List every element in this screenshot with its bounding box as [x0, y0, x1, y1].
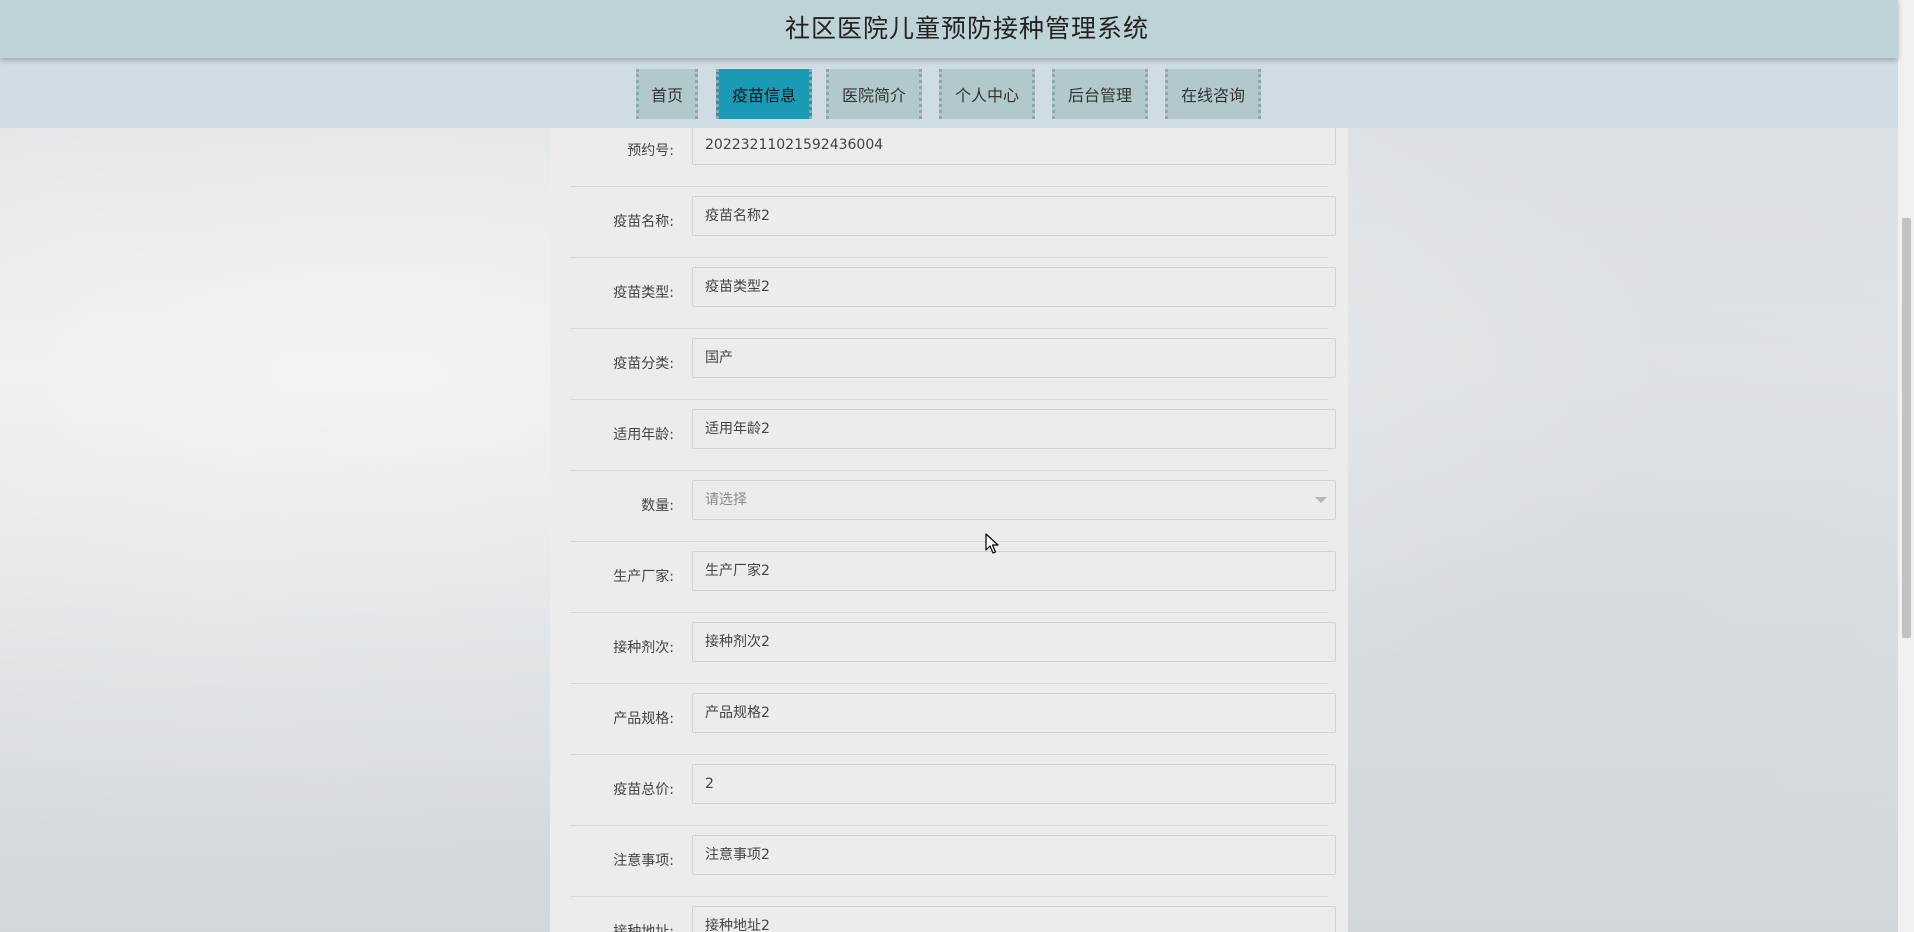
- nav-item-personal-center[interactable]: 个人中心: [939, 69, 1035, 119]
- applicable-age-field[interactable]: 适用年龄2: [692, 409, 1336, 449]
- quantity-label: 数量:: [641, 498, 674, 514]
- nav-item-vaccine-info[interactable]: 疫苗信息: [716, 69, 812, 119]
- manufacturer-label: 生产厂家:: [613, 569, 674, 585]
- nav-item-hospital-intro[interactable]: 医院简介: [826, 69, 922, 119]
- nav-item-online-consult[interactable]: 在线咨询: [1165, 69, 1261, 119]
- form-row-vaccine-name: 疫苗名称: 疫苗名称2: [570, 187, 1336, 258]
- vaccine-type-field[interactable]: 疫苗类型2: [692, 267, 1336, 307]
- form-row-vaccine-type: 疫苗类型: 疫苗类型2: [570, 258, 1336, 329]
- quantity-select-placeholder: 请选择: [705, 492, 747, 508]
- applicable-age-label: 适用年龄:: [613, 427, 674, 443]
- vaccine-name-field[interactable]: 疫苗名称2: [692, 196, 1336, 236]
- vaccination-address-label: 接种地址:: [613, 924, 674, 932]
- nav-item-admin[interactable]: 后台管理: [1052, 69, 1148, 119]
- page: 社区医院儿童预防接种管理系统 首页 疫苗信息 医院简介 个人中心 后台管理 在线…: [0, 0, 1898, 932]
- total-price-field[interactable]: 2: [692, 764, 1336, 804]
- form-row-product-spec: 产品规格: 产品规格2: [570, 684, 1336, 755]
- form-row-manufacturer: 生产厂家: 生产厂家2: [570, 542, 1336, 613]
- vertical-scrollbar[interactable]: [1898, 0, 1914, 932]
- form-row-precautions: 注意事项: 注意事项2: [570, 826, 1336, 897]
- manufacturer-field[interactable]: 生产厂家2: [692, 551, 1336, 591]
- product-spec-field[interactable]: 产品规格2: [692, 693, 1336, 733]
- precautions-field[interactable]: 注意事项2: [692, 835, 1336, 875]
- vaccination-address-field[interactable]: 接种地址2: [692, 906, 1336, 932]
- form-row-vaccination-address: 接种地址: 接种地址2: [570, 897, 1336, 932]
- vaccine-name-label: 疫苗名称:: [613, 214, 674, 230]
- form-row-applicable-age: 适用年龄: 适用年龄2: [570, 400, 1336, 471]
- quantity-select[interactable]: 请选择: [692, 480, 1336, 520]
- page-title: 社区医院儿童预防接种管理系统: [784, 14, 1149, 43]
- vaccine-form: 预约号: 20223211021592436004 疫苗名称: 疫苗名称2 疫苗…: [550, 128, 1348, 932]
- dose-number-field[interactable]: 接种剂次2: [692, 622, 1336, 662]
- form-row-total-price: 疫苗总价: 2: [570, 755, 1336, 826]
- total-price-label: 疫苗总价:: [613, 782, 674, 798]
- nav-item-home[interactable]: 首页: [636, 69, 698, 119]
- form-row-dose-number: 接种剂次: 接种剂次2: [570, 613, 1336, 684]
- product-spec-label: 产品规格:: [613, 711, 674, 727]
- chevron-down-icon: [1315, 497, 1327, 503]
- form-row-vaccine-category: 疫苗分类: 国产: [570, 329, 1336, 400]
- title-bar: 社区医院儿童预防接种管理系统: [0, 0, 1898, 58]
- vaccine-type-label: 疫苗类型:: [613, 285, 674, 301]
- vaccine-category-label: 疫苗分类:: [613, 356, 674, 372]
- precautions-label: 注意事项:: [613, 853, 674, 869]
- booking-number-field[interactable]: 20223211021592436004: [692, 128, 1336, 165]
- nav-bar: 首页 疫苗信息 医院简介 个人中心 后台管理 在线咨询: [0, 58, 1898, 128]
- scrollbar-thumb[interactable]: [1902, 218, 1911, 638]
- vaccine-category-field[interactable]: 国产: [692, 338, 1336, 378]
- dose-number-label: 接种剂次:: [613, 640, 674, 656]
- form-row-quantity: 数量: 请选择: [570, 471, 1336, 542]
- mouse-pointer-icon: [985, 533, 999, 554]
- form-row-booking-number: 预约号: 20223211021592436004: [570, 128, 1336, 187]
- booking-number-label: 预约号:: [627, 143, 674, 159]
